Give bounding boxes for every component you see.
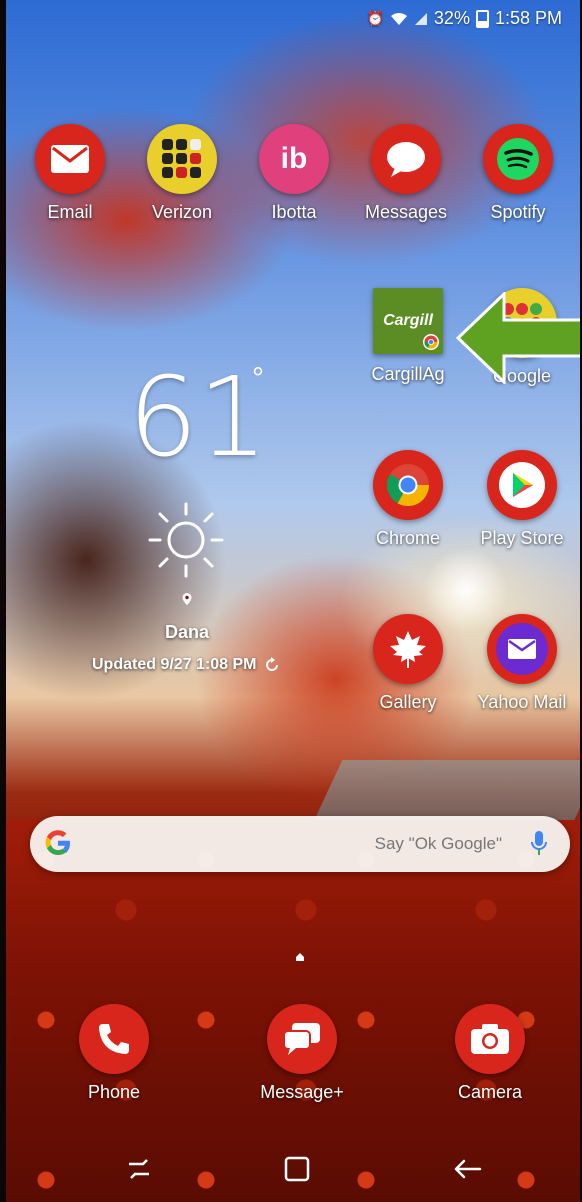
refresh-icon[interactable] <box>263 656 281 674</box>
cargill-shortcut-icon: Cargill <box>373 288 443 354</box>
yahoo-mail-icon <box>487 614 557 684</box>
app-label: Phone <box>87 1082 141 1102</box>
weather-temperature[interactable]: 61 <box>128 362 268 472</box>
play-store-icon <box>487 450 557 520</box>
chrome-badge-icon <box>423 334 439 350</box>
alarm-icon: ⏰ <box>366 10 384 26</box>
app-label: Play Store <box>480 528 564 548</box>
green-arrow-icon <box>456 292 580 384</box>
home-page-indicator-icon[interactable] <box>296 953 304 961</box>
app-label: Verizon <box>151 202 213 222</box>
app-messages[interactable]: Messages <box>356 124 456 223</box>
app-label: Ibotta <box>271 202 317 222</box>
app-gallery[interactable]: Gallery <box>358 614 458 713</box>
app-label: Message+ <box>260 1082 344 1102</box>
navigation-bar <box>6 1140 580 1202</box>
app-play-store[interactable]: Play Store <box>472 450 572 549</box>
wifi-icon <box>390 12 407 25</box>
weather-updated: Updated 9/27 1:08 PM <box>92 656 281 674</box>
camera-icon <box>455 1004 525 1074</box>
signal-icon <box>414 12 427 25</box>
location-pin-icon <box>182 593 192 605</box>
home-icon[interactable] <box>284 1156 310 1182</box>
app-label: CargillAg <box>371 364 445 384</box>
weather-degree-symbol: ° <box>252 362 264 395</box>
app-email[interactable]: Email <box>20 124 120 223</box>
app-label: Chrome <box>375 528 441 548</box>
app-label: Yahoo Mail <box>477 692 567 712</box>
app-ibotta[interactable]: ib Ibotta <box>244 124 344 223</box>
ibotta-logo-text: ib <box>280 142 308 175</box>
app-chrome[interactable]: Chrome <box>358 450 458 549</box>
google-g-icon <box>45 830 70 855</box>
battery-percent: 32% <box>433 8 470 28</box>
spotify-icon <box>483 124 553 194</box>
app-folder-verizon[interactable]: Verizon <box>132 124 232 223</box>
app-message-plus[interactable]: Message+ <box>252 1004 352 1103</box>
microphone-icon[interactable] <box>530 830 548 858</box>
battery-icon <box>475 9 489 28</box>
google-search-bar[interactable]: Say "Ok Google" <box>30 816 570 872</box>
back-icon[interactable] <box>452 1158 482 1180</box>
app-yahoo-mail[interactable]: Yahoo Mail <box>472 614 572 713</box>
app-label: Spotify <box>490 202 546 222</box>
app-label: Camera <box>457 1082 523 1102</box>
app-camera[interactable]: Camera <box>440 1004 540 1103</box>
status-bar: ⏰ 32% 1:58 PM <box>366 8 562 29</box>
home-screen: ⏰ 32% 1:58 PM Email Verizon ib Ibotta Me… <box>6 0 580 1202</box>
app-cargillag[interactable]: Cargill CargillAg <box>358 288 458 385</box>
app-label: Gallery <box>379 692 437 712</box>
recent-apps-icon[interactable] <box>126 1158 152 1180</box>
weather-location: Dana <box>164 622 209 642</box>
email-icon <box>35 124 105 194</box>
folder-icon <box>147 124 217 194</box>
clock: 1:58 PM <box>494 8 562 28</box>
ibotta-icon: ib <box>259 124 329 194</box>
messages-icon <box>371 124 441 194</box>
message-plus-icon <box>267 1004 337 1074</box>
app-label: Messages <box>364 202 448 222</box>
app-phone[interactable]: Phone <box>64 1004 164 1103</box>
gallery-icon <box>373 614 443 684</box>
app-spotify[interactable]: Spotify <box>468 124 568 223</box>
sunny-icon <box>148 502 224 578</box>
chrome-icon <box>373 450 443 520</box>
weather-updated-text: Updated 9/27 1:08 PM <box>92 656 257 673</box>
app-label: Email <box>47 202 93 222</box>
phone-icon <box>79 1004 149 1074</box>
search-hint: Say "Ok Google" <box>374 834 502 853</box>
cargill-logo-text: Cargill <box>383 312 433 329</box>
